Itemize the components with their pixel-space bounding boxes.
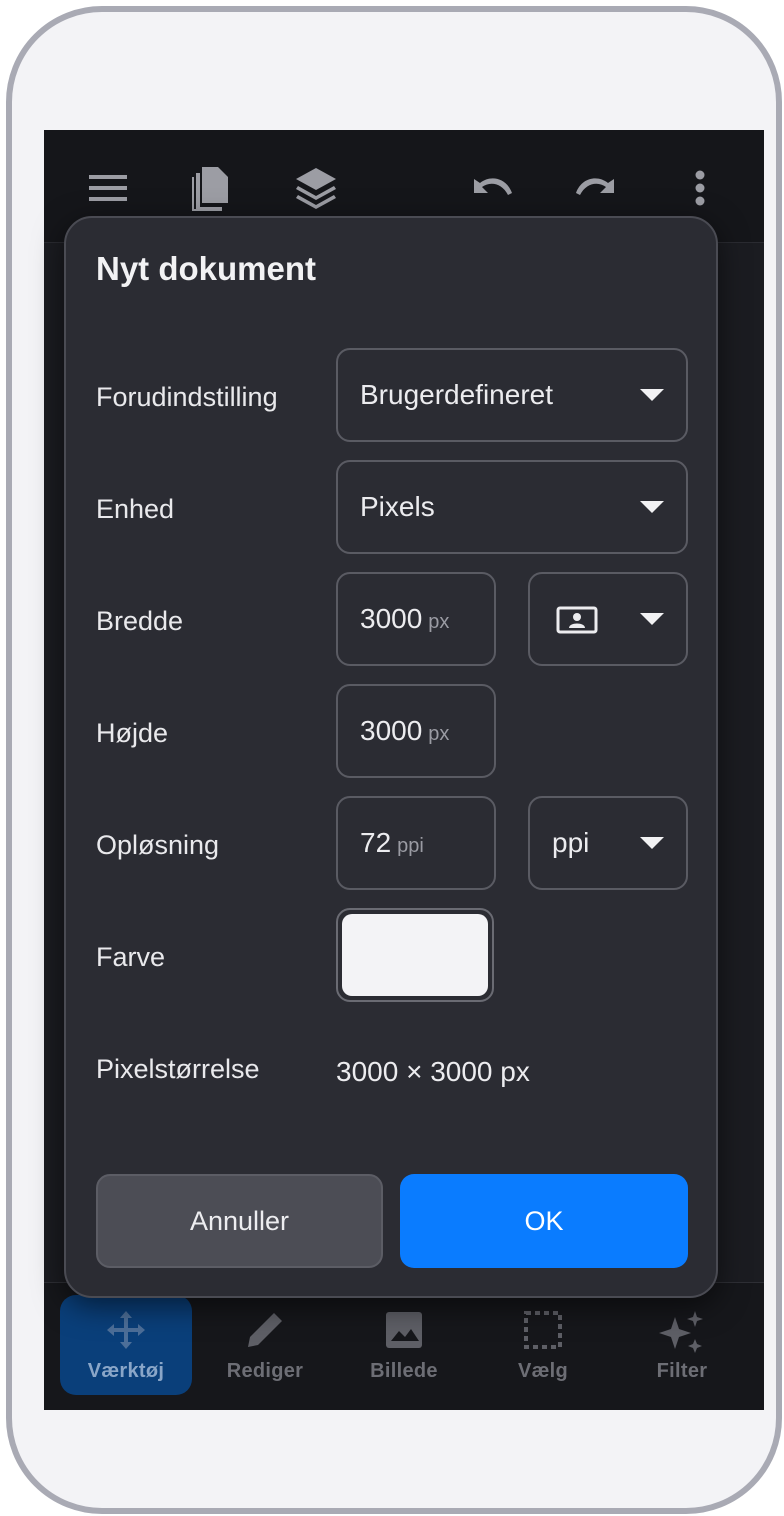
menu-icon[interactable] [84,164,132,212]
documents-icon[interactable] [186,164,234,212]
nav-label: Rediger [226,1360,304,1382]
width-input[interactable]: 3000 px [336,572,496,666]
more-vertical-icon[interactable] [676,164,724,212]
dialog-title: Nyt dokument [96,250,317,287]
image-icon [383,1309,425,1356]
height-input[interactable]: 3000 px [336,684,496,778]
sparkle-icon [659,1309,705,1360]
nav-item-image[interactable]: Billede [338,1295,470,1395]
resolution-unit: ppi [397,835,424,857]
new-document-dialog: Nyt dokument Forudindstilling Brugerdefi… [64,216,718,1298]
resolution-input[interactable]: 72 ppi [336,796,496,890]
chevron-down-icon [640,389,664,401]
cancel-button[interactable]: Annuller [96,1174,383,1268]
nav-label: Billede [370,1360,438,1382]
resolution-unit-value: ppi [552,827,590,858]
unit-value: Pixels [360,491,435,522]
selection-icon [522,1309,564,1356]
pencil-icon [244,1309,286,1356]
width-unit: px [428,611,450,633]
move-icon [105,1309,147,1356]
color-swatch-fill [342,914,488,996]
nav-label: Vælg [517,1360,569,1382]
nav-item-tools[interactable]: Værktøj [60,1295,192,1395]
pixel-size-label: Pixelstørrelse [96,1054,260,1084]
chevron-down-icon [640,613,664,625]
height-value: 3000 [360,715,423,746]
portrait-orientation-icon [556,606,598,639]
height-label: Højde [96,718,169,748]
layers-icon[interactable] [292,164,340,212]
preset-label: Forudindstilling [96,382,278,412]
undo-icon[interactable] [468,164,516,212]
preset-value: Brugerdefineret [360,379,554,410]
nav-item-select[interactable]: Vælg [477,1295,609,1395]
resolution-label: Opløsning [96,830,220,860]
width-label: Bredde [96,606,184,636]
color-swatch[interactable] [336,908,494,1002]
nav-item-filter[interactable]: Filter [616,1295,748,1395]
chevron-down-icon [640,501,664,513]
resolution-value: 72 [360,827,392,858]
bottom-navigation: Værktøj Rediger Billede Vælg Filter [44,1283,764,1410]
nav-item-edit[interactable]: Rediger [199,1295,331,1395]
width-value: 3000 [360,603,423,634]
height-unit: px [428,723,450,745]
redo-icon[interactable] [572,164,620,212]
nav-label: Filter [656,1360,708,1382]
orientation-select[interactable] [528,572,688,666]
color-label: Farve [96,942,166,972]
preset-select[interactable]: Brugerdefineret [336,348,688,442]
chevron-down-icon [640,837,664,849]
nav-label: Værktøj [87,1360,165,1382]
pixel-size-value: 3000 × 3000 px [336,1056,530,1087]
resolution-unit-select[interactable]: ppi [528,796,688,890]
unit-select[interactable]: Pixels [336,460,688,554]
ok-button[interactable]: OK [400,1174,688,1268]
unit-label: Enhed [96,494,175,524]
